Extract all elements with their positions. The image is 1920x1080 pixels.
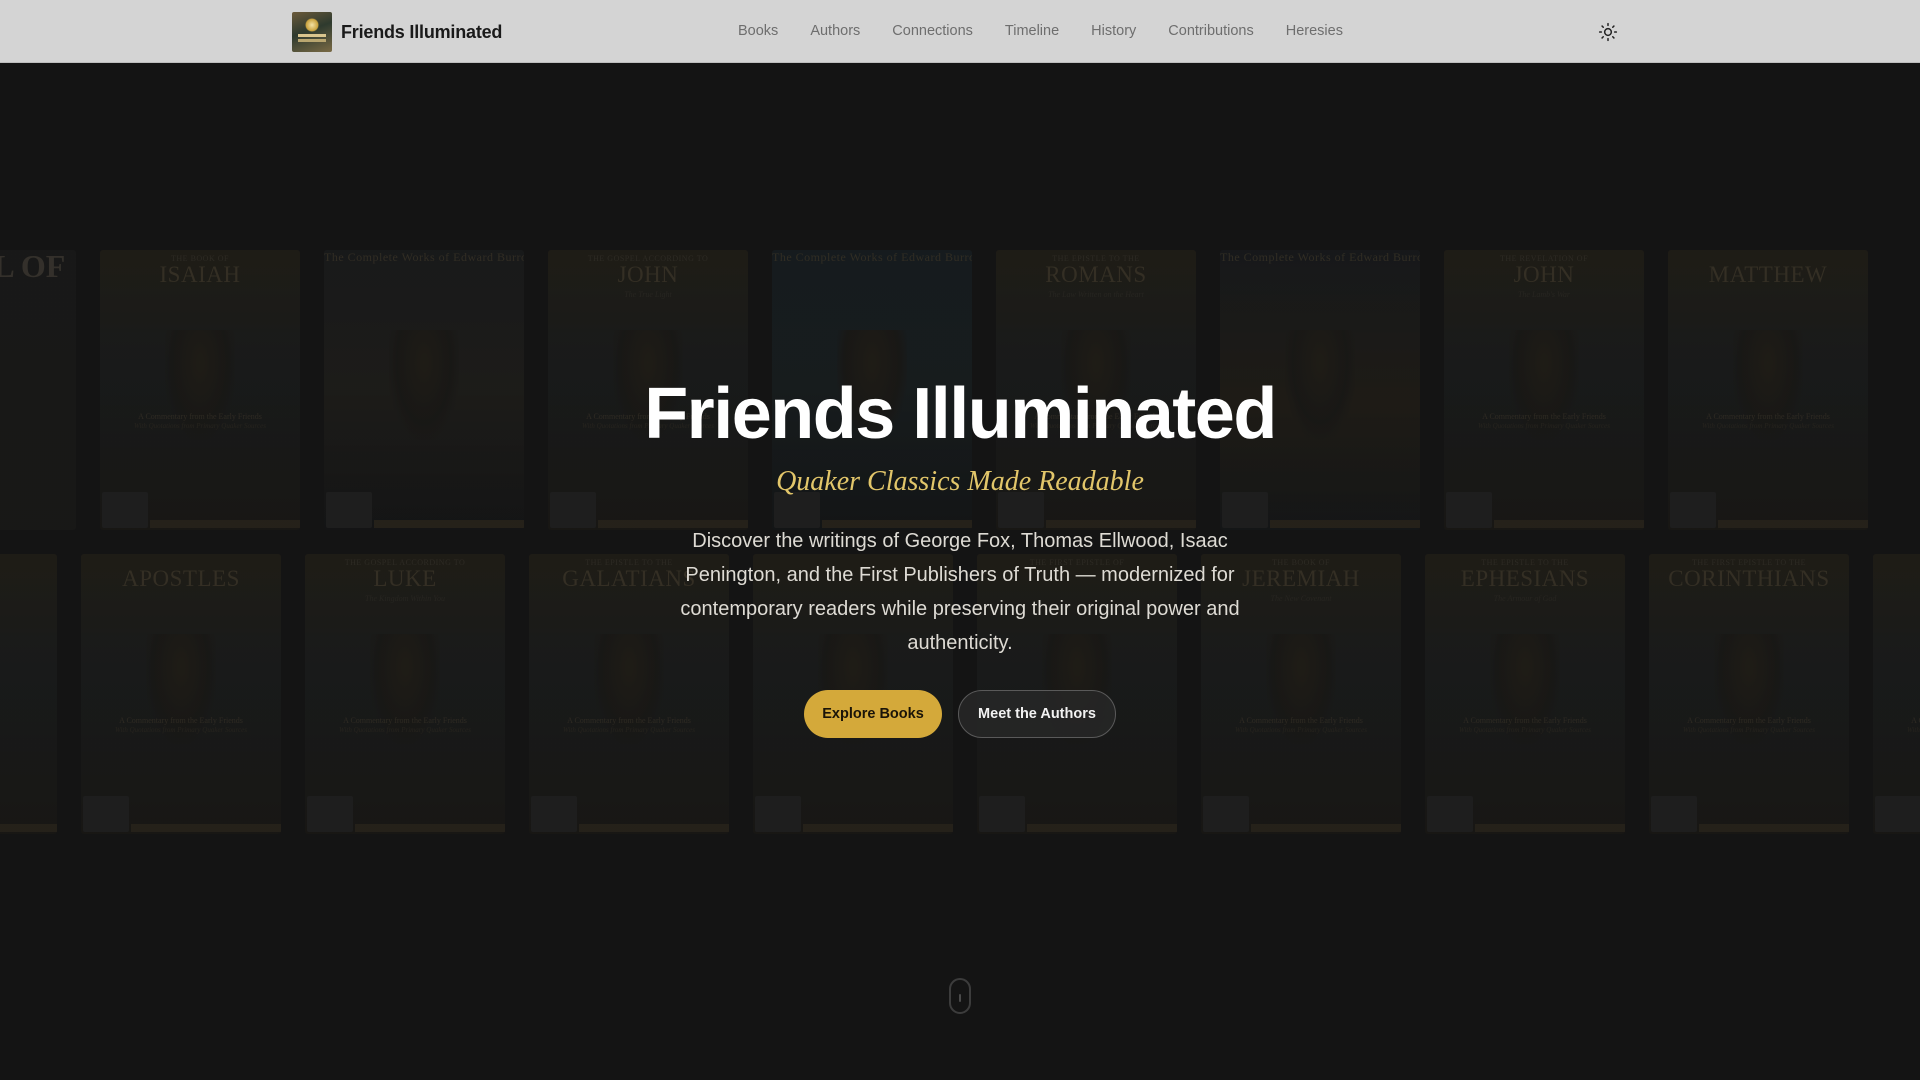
hero-description: Discover the writings of George Fox, Tho…: [680, 530, 1240, 654]
sun-icon: [1598, 22, 1618, 42]
hero-title: Friends Illuminated: [644, 374, 1277, 454]
nav-contributions[interactable]: Contributions: [1168, 21, 1253, 41]
nav-history[interactable]: History: [1091, 21, 1136, 41]
brand-home-link[interactable]: Friends Illuminated: [292, 12, 502, 52]
theme-toggle-button[interactable]: [1596, 20, 1620, 44]
scroll-dot-icon: [959, 994, 961, 1002]
scroll-down-indicator[interactable]: [949, 978, 971, 1014]
meet-the-authors-button[interactable]: Meet the Authors: [958, 690, 1116, 738]
nav-heresies[interactable]: Heresies: [1286, 21, 1343, 41]
top-navigation-bar: Friends Illuminated Books Authors Connec…: [0, 0, 1920, 63]
nav-connections[interactable]: Connections: [892, 21, 973, 41]
brand-logo: [292, 12, 332, 52]
nav-books[interactable]: Books: [738, 21, 778, 41]
nav-timeline[interactable]: Timeline: [1005, 21, 1059, 41]
main-nav: Books Authors Connections Timeline Histo…: [738, 21, 1375, 41]
hero-tagline: Quaker Classics Made Readable: [776, 466, 1144, 497]
nav-authors[interactable]: Authors: [810, 21, 860, 41]
brand-name: Friends Illuminated: [341, 21, 503, 42]
explore-books-button[interactable]: Explore Books: [804, 690, 942, 738]
